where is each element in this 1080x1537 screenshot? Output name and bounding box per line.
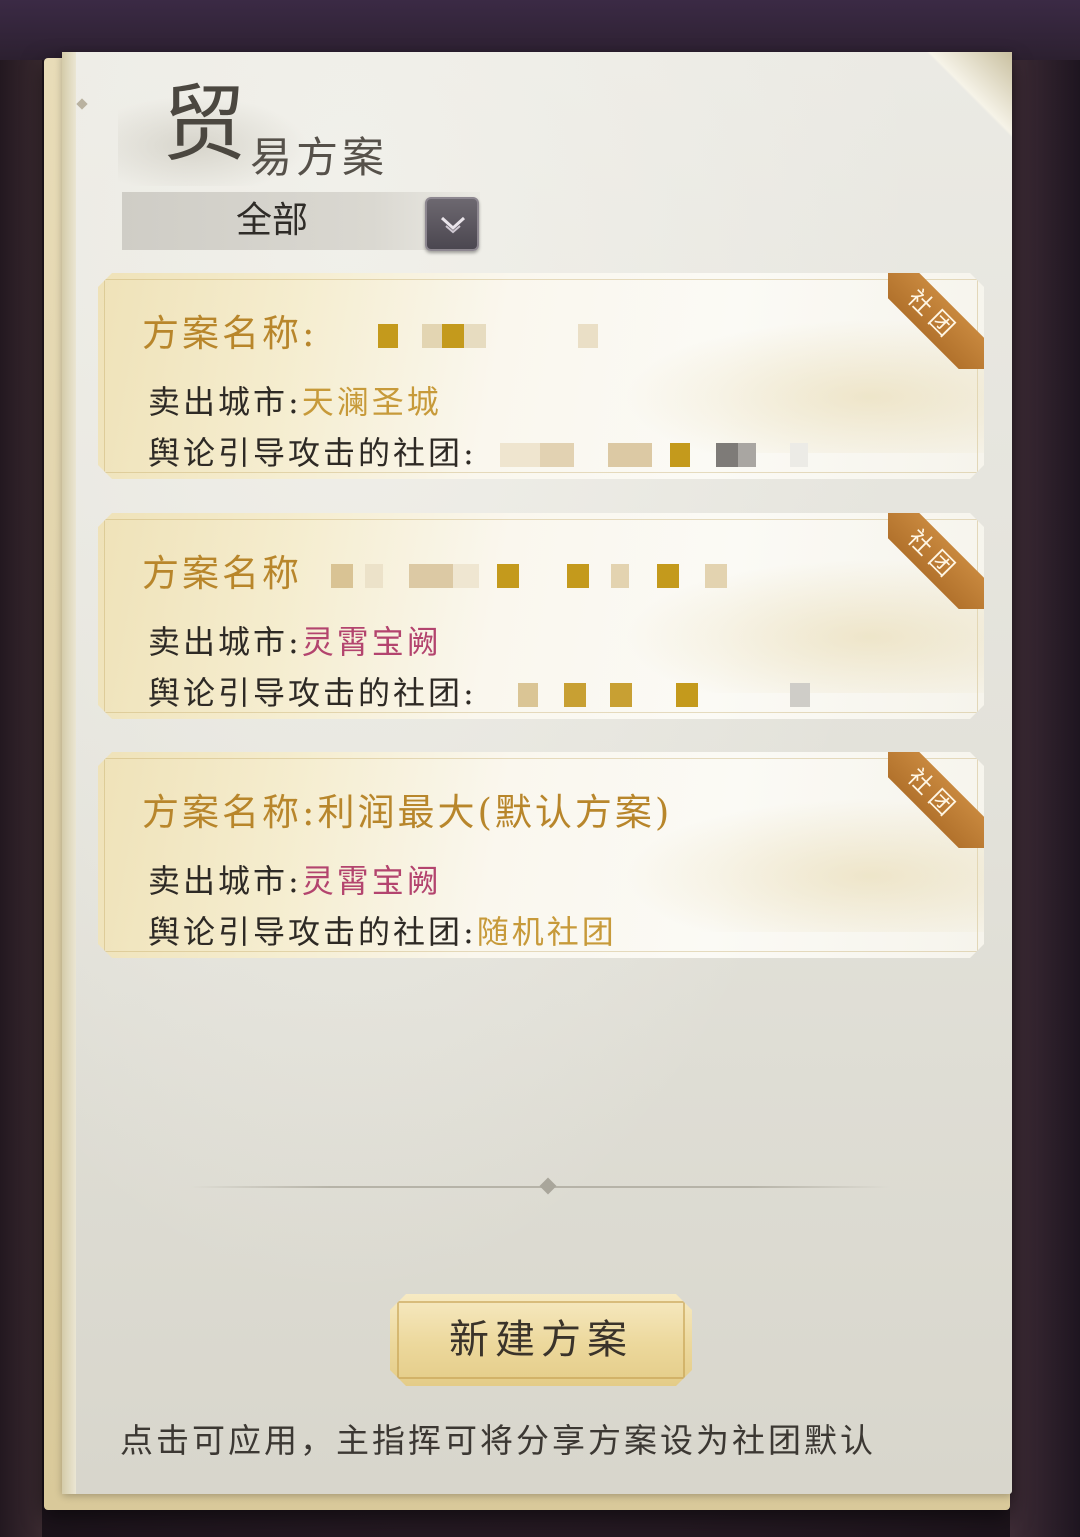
new-plan-label: 新建方案 xyxy=(449,1317,633,1363)
club-badge: 社团 xyxy=(888,752,984,848)
redacted-plan-name xyxy=(317,564,757,590)
background-top xyxy=(0,0,1080,60)
sell-city-label: 卖出城市: xyxy=(148,383,302,421)
plan-card-3[interactable]: 社团 方案名称:利润最大(默认方案) 卖出城市:灵霄宝阙 舆论引导攻击的社团:随… xyxy=(98,752,984,958)
sell-city-label: 卖出城市: xyxy=(148,862,302,900)
target-club-row: 舆论引导攻击的社团:随机社团 xyxy=(148,907,617,953)
target-club-label: 舆论引导攻击的社团: xyxy=(148,434,477,472)
new-plan-button[interactable]: 新建方案 xyxy=(390,1294,692,1386)
sell-city-row: 卖出城市:天澜圣城 xyxy=(148,377,442,423)
background-right xyxy=(1010,60,1080,1537)
target-club-row: 舆论引导攻击的社团: xyxy=(148,428,810,474)
target-club-row: 舆论引导攻击的社团: xyxy=(148,668,810,714)
panel-title-initial: 贸 xyxy=(162,75,247,173)
plan-name-value: 利润最大(默认方案) xyxy=(317,791,673,834)
sell-city-label: 卖出城市: xyxy=(148,623,302,661)
target-club-label: 舆论引导攻击的社团: xyxy=(148,674,477,712)
club-badge: 社团 xyxy=(888,513,984,609)
usage-hint: 点击可应用，主指挥可将分享方案设为社团默认 xyxy=(120,1421,876,1460)
plan-name-label: 方案名称: xyxy=(142,312,318,355)
background-left xyxy=(0,60,42,1537)
club-badge-label: 社团 xyxy=(888,513,984,609)
target-club-value: 随机社团 xyxy=(476,913,617,951)
redacted-target-club xyxy=(490,683,810,709)
plan-name: 方案名称 xyxy=(142,543,757,597)
redacted-plan-name xyxy=(332,324,592,350)
redacted-target-club xyxy=(490,443,810,469)
panel-title: 易方案 xyxy=(250,133,389,182)
plan-card-2[interactable]: 社团 方案名称 卖出城市:灵霄宝阙 舆论引导攻击的社团: xyxy=(98,513,984,719)
sell-city-value: 灵霄宝阙 xyxy=(301,623,442,661)
dropdown-toggle-button[interactable] xyxy=(425,197,479,251)
sell-city-row: 卖出城市:灵霄宝阙 xyxy=(148,617,442,663)
sell-city-value: 灵霄宝阙 xyxy=(301,862,442,900)
plan-name-label: 方案名称: xyxy=(142,791,318,834)
club-badge-label: 社团 xyxy=(888,752,984,848)
page-curl-corner xyxy=(926,52,1012,138)
plan-name: 方案名称:利润最大(默认方案) xyxy=(142,782,672,836)
club-badge: 社团 xyxy=(888,273,984,369)
plan-filter-value: 全部 xyxy=(235,200,308,241)
plan-card-1[interactable]: 社团 方案名称: 卖出城市:天澜圣城 舆论引导攻击的社团: xyxy=(98,273,984,479)
plan-name-label: 方案名称 xyxy=(142,552,302,595)
paper-edge xyxy=(62,52,76,1494)
target-club-label: 舆论引导攻击的社团: xyxy=(148,913,477,951)
sell-city-value: 天澜圣城 xyxy=(301,383,442,421)
plan-name: 方案名称: xyxy=(142,303,592,357)
sell-city-row: 卖出城市:灵霄宝阙 xyxy=(148,856,442,902)
club-badge-label: 社团 xyxy=(888,273,984,369)
